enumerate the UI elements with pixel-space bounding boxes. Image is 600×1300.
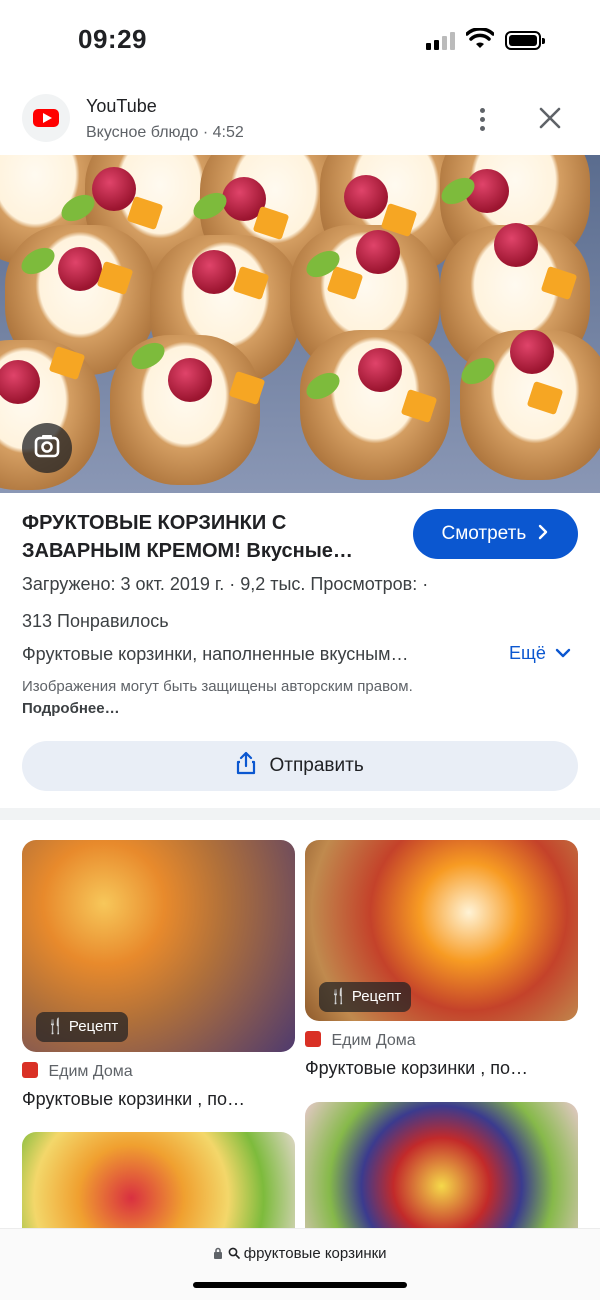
likes-count: 313 Понравилось [22, 611, 169, 631]
watch-button[interactable]: Смотреть [413, 509, 578, 559]
chevron-right-icon [538, 524, 547, 540]
related-image-2[interactable]: 🍴 Рецепт [305, 840, 578, 1021]
home-indicator[interactable] [193, 1282, 407, 1288]
youtube-logo-icon[interactable] [22, 94, 70, 142]
share-label: Отправить [269, 755, 364, 776]
lens-search-button[interactable] [22, 423, 72, 473]
result-title-line2: ЗАВАРНЫМ КРЕМОМ! Вкусные… [22, 540, 353, 562]
source-name[interactable]: YouTube [86, 96, 157, 117]
signal-icon [426, 32, 456, 50]
recipe-badge: 🍴 Рецепт [36, 1012, 129, 1042]
lock-icon [214, 1247, 223, 1259]
site-name: Едим Дома [48, 1063, 133, 1080]
wifi-icon [466, 28, 494, 48]
copyright-notice: Изображения могут быть защищены авторски… [22, 676, 442, 720]
battery-icon [505, 31, 545, 50]
recipe-badge-label: Рецепт [351, 988, 402, 1005]
description: Фруктовые корзинки, наполненные вкусным… [22, 644, 409, 664]
close-icon[interactable] [536, 104, 564, 132]
recipe-icon: 🍴 [329, 988, 348, 1005]
watch-button-label: Смотреть [441, 523, 527, 544]
result-title-line1: ФРУКТОВЫЕ КОРЗИНКИ С [22, 512, 287, 534]
site-favicon-icon [22, 1062, 38, 1078]
share-icon [237, 751, 256, 775]
chevron-down-icon [555, 648, 571, 658]
status-time: 09:29 [78, 24, 147, 54]
url-text-row: фруктовые корзинки [0, 1245, 600, 1262]
site-favicon-icon [305, 1031, 321, 1047]
related-image-1[interactable]: 🍴 Рецепт [22, 840, 295, 1052]
card-title[interactable]: Фруктовые корзинки , по… [305, 1058, 528, 1079]
learn-more-link[interactable]: Подробнее… [22, 700, 120, 717]
recipe-badge: 🍴 Рецепт [319, 982, 412, 1012]
result-title[interactable]: ФРУКТОВЫЕ КОРЗИНКИ С ЗАВАРНЫМ КРЕМОМ! Вк… [22, 509, 397, 565]
site-label[interactable]: Едим Дома [22, 1062, 133, 1081]
search-icon [228, 1247, 240, 1259]
related-image-4[interactable] [305, 1102, 578, 1242]
status-bar: 09:29 [0, 0, 600, 80]
recipe-icon: 🍴 [46, 1018, 65, 1035]
hero-image[interactable] [0, 155, 600, 493]
site-label[interactable]: Едим Дома [305, 1031, 416, 1050]
source-header: YouTube Вкусное блюдо · 4:52 [0, 88, 600, 150]
more-vert-icon[interactable] [470, 106, 494, 134]
source-meta: Вкусное блюдо · 4:52 [86, 124, 244, 141]
more-label: Ещё [509, 643, 546, 663]
related-image-3[interactable] [22, 1132, 295, 1242]
copyright-text: Изображения могут быть защищены авторски… [22, 678, 413, 695]
card-title[interactable]: Фруктовые корзинки , по… [22, 1089, 245, 1110]
more-button[interactable]: Ещё [509, 643, 571, 664]
url-bar[interactable]: фруктовые корзинки [0, 1228, 600, 1300]
site-name: Едим Дома [331, 1032, 416, 1049]
url-text: фруктовые корзинки [243, 1245, 387, 1262]
recipe-badge-label: Рецепт [68, 1018, 119, 1035]
share-button[interactable]: Отправить [22, 741, 578, 791]
upload-meta: Загружено: 3 окт. 2019 г. · 9,2 тыс. Про… [22, 574, 429, 594]
lens-icon [34, 435, 60, 458]
section-divider [0, 808, 600, 820]
